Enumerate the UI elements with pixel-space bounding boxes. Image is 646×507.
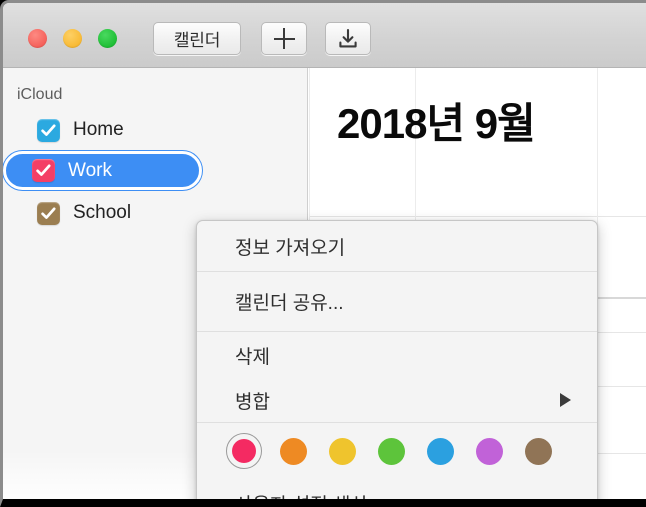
maximize-window-button[interactable] xyxy=(98,29,117,48)
import-calendar-button[interactable] xyxy=(325,22,371,55)
sidebar-source-label: iCloud xyxy=(17,86,63,103)
color-swatch-purple[interactable] xyxy=(471,433,507,469)
calendar-button[interactable]: 캘린더 xyxy=(153,22,241,55)
checkbox-work[interactable] xyxy=(32,159,55,182)
color-dot xyxy=(328,437,356,465)
calendar-button-label: 캘린더 xyxy=(173,31,221,50)
minimize-window-button[interactable] xyxy=(63,29,82,48)
color-dot xyxy=(377,437,405,465)
color-dot xyxy=(232,439,256,463)
sidebar-item-label: Work xyxy=(68,159,112,181)
menu-item-label: 캘린더 공유... xyxy=(235,293,344,314)
menu-item-label: 병합 xyxy=(235,391,270,413)
color-swatch-row xyxy=(197,423,597,479)
page-title: 2018년 9월 xyxy=(337,100,536,147)
color-dot xyxy=(524,437,552,465)
color-swatch-pink[interactable] xyxy=(226,433,262,469)
menu-item-delete[interactable]: 삭제 xyxy=(197,332,597,378)
calendar-gridline xyxy=(309,216,646,217)
app-window: 캘린더 2018년 9월 09:00 xyxy=(0,0,646,507)
color-swatch-yellow[interactable] xyxy=(324,433,360,469)
triangle-right-icon xyxy=(560,393,571,407)
menu-item-get-info[interactable]: 정보 가져오기 xyxy=(197,221,597,271)
color-swatch-brown[interactable] xyxy=(520,433,556,469)
checkbox-school[interactable] xyxy=(37,201,60,225)
sidebar-item-work[interactable]: Work xyxy=(3,151,202,190)
download-tray-icon xyxy=(339,28,357,47)
close-window-button[interactable] xyxy=(28,29,47,48)
title-bar: 캘린더 xyxy=(3,3,646,68)
color-swatch-orange[interactable] xyxy=(275,433,311,469)
menu-item-label: 삭제 xyxy=(235,346,270,368)
sidebar-item-home[interactable]: Home xyxy=(9,112,294,148)
color-dot xyxy=(426,437,454,465)
menu-item-label: 정보 가져오기 xyxy=(235,237,346,259)
color-dot xyxy=(475,437,503,465)
menu-item-label: 사용자 설정 색상... xyxy=(235,494,384,507)
context-menu: 정보 가져오기 캘린더 공유... 삭제 병합 사용자 설정 색상... xyxy=(196,220,598,507)
menu-item-share-calendar[interactable]: 캘린더 공유... xyxy=(197,272,597,331)
menu-item-merge[interactable]: 병합 xyxy=(197,378,597,422)
add-calendar-button[interactable] xyxy=(261,22,307,55)
sidebar-item-label: Home xyxy=(73,119,124,140)
checkbox-home[interactable] xyxy=(37,118,60,142)
sidebar-item-label: School xyxy=(73,202,132,223)
color-swatch-blue[interactable] xyxy=(422,433,458,469)
plus-icon xyxy=(273,28,295,49)
window-content: 2018년 9월 09:00 iCloud Home Work xyxy=(3,68,646,499)
menu-item-custom-color[interactable]: 사용자 설정 색상... xyxy=(197,479,597,507)
color-swatch-green[interactable] xyxy=(373,433,409,469)
color-dot xyxy=(279,437,307,465)
